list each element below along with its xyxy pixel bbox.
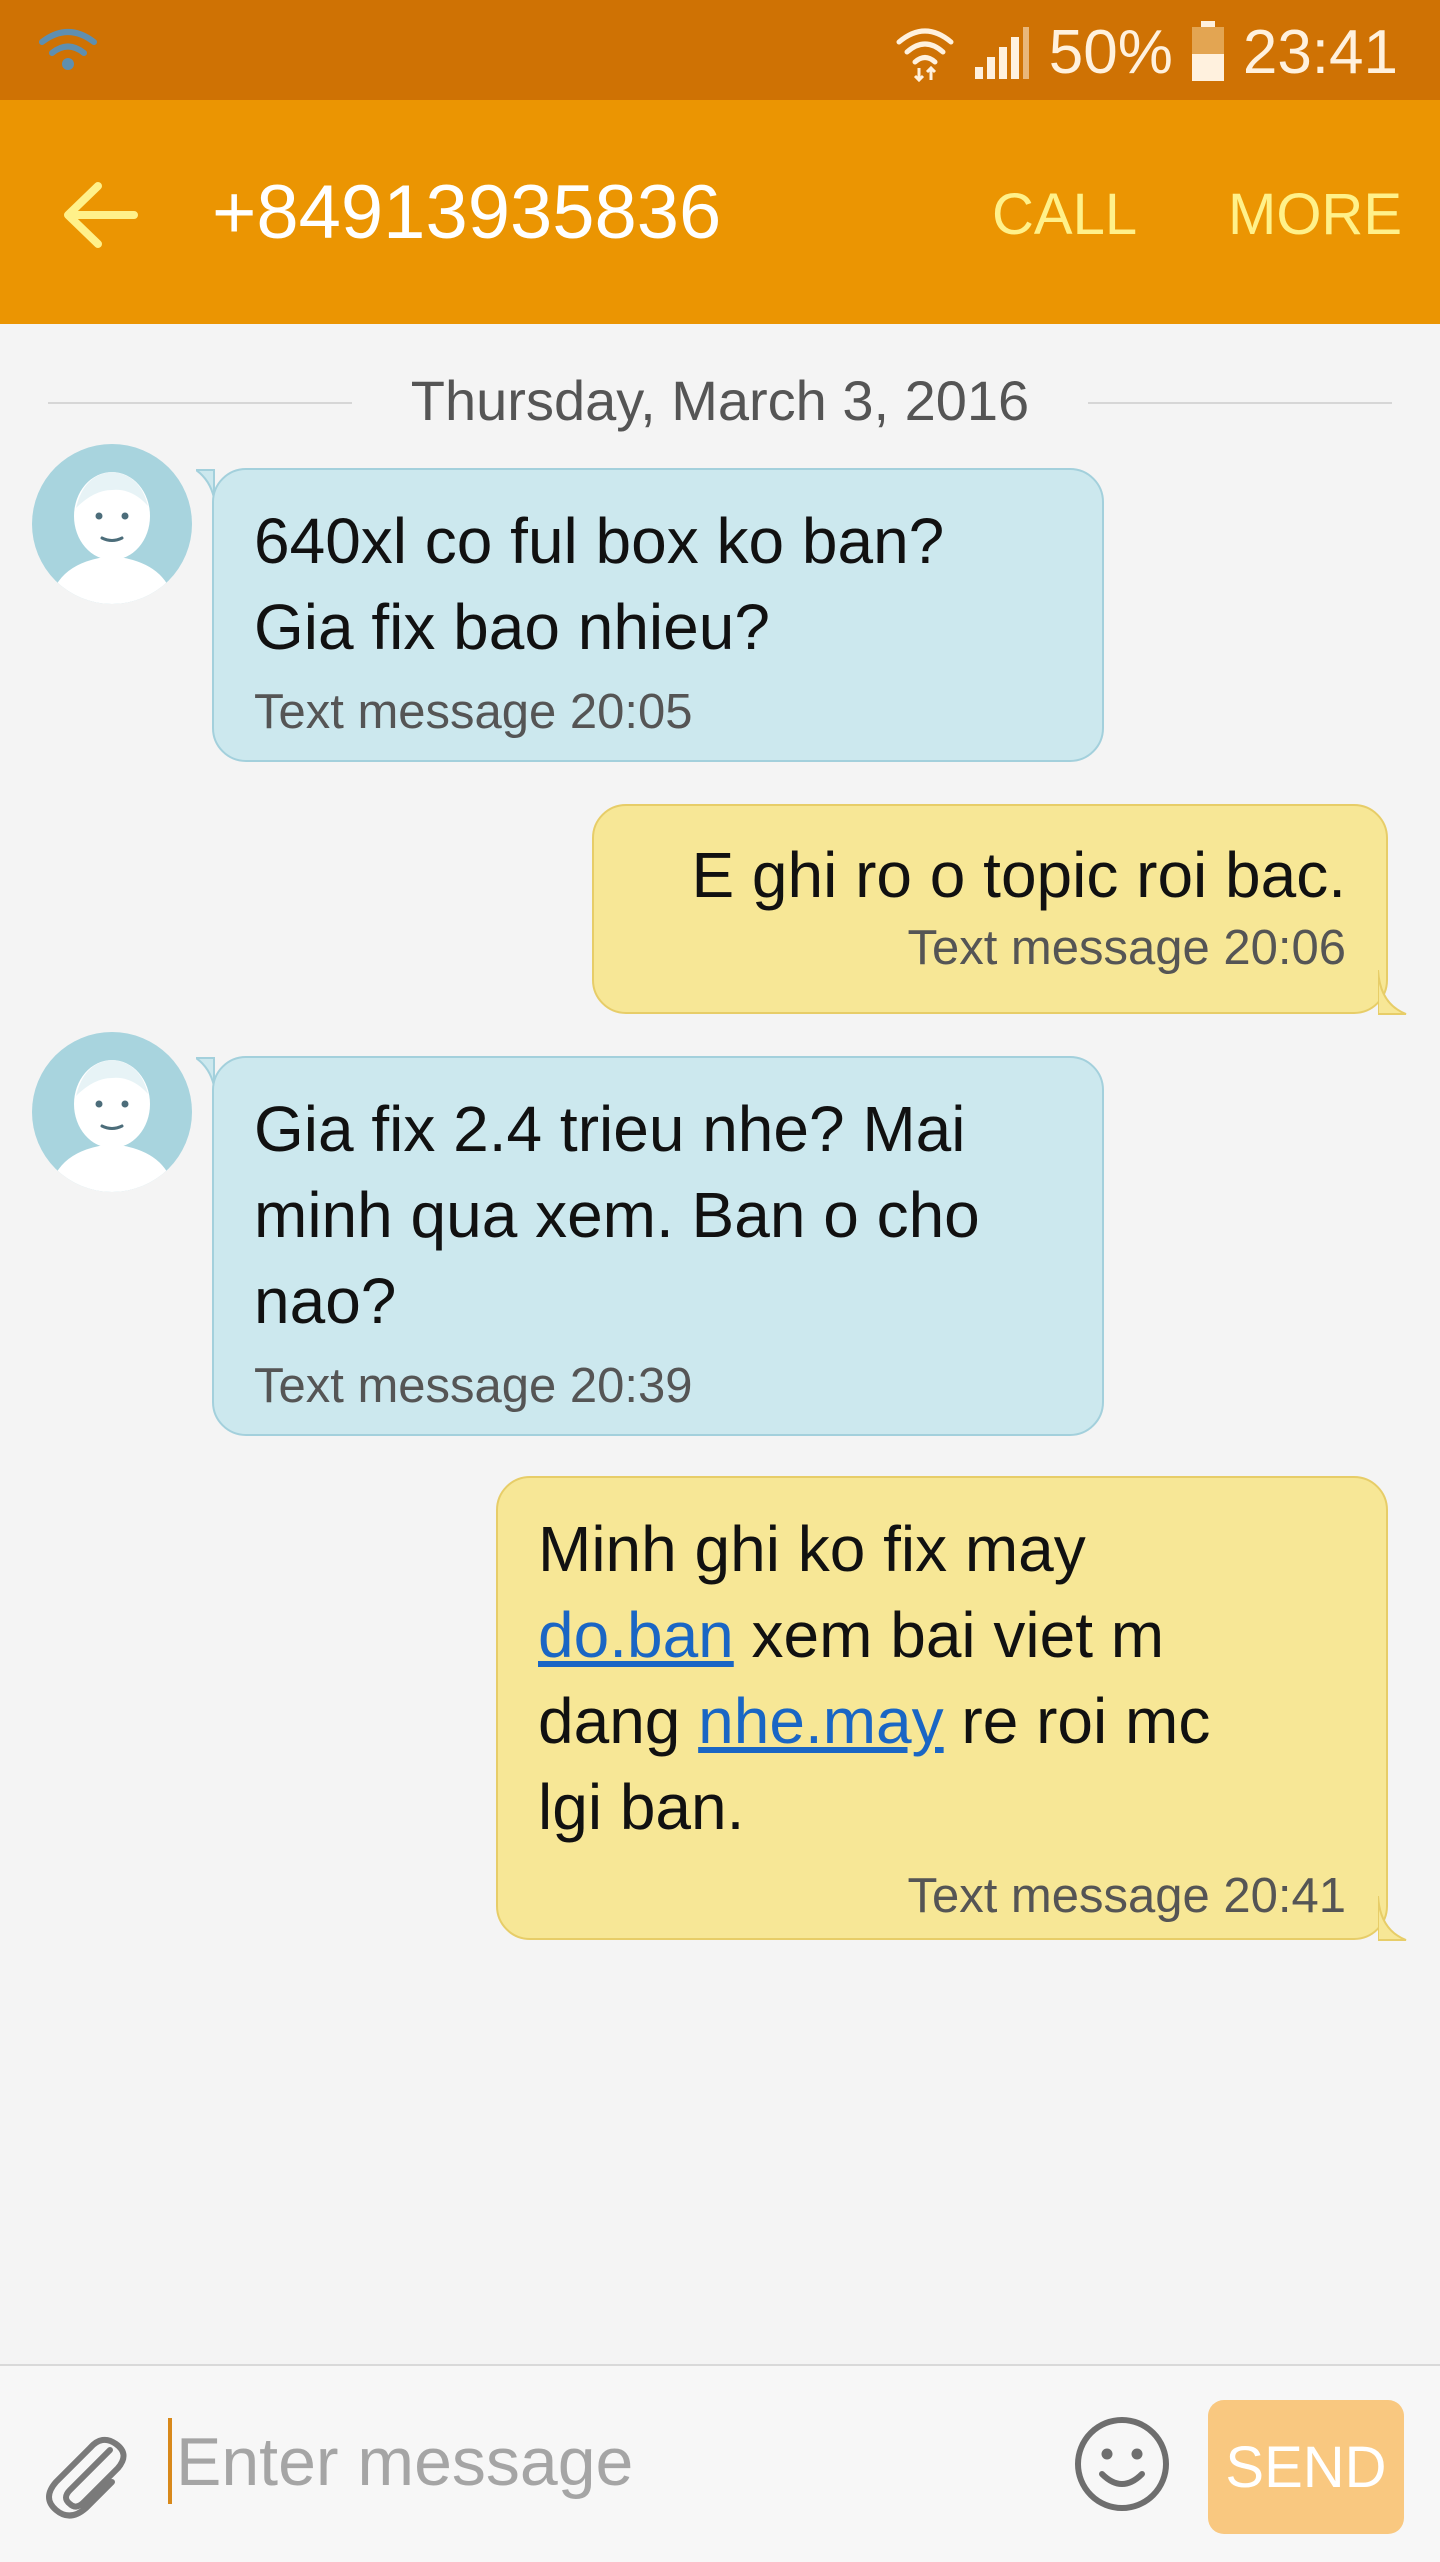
message-timestamp: Text message 20:06 bbox=[907, 921, 1346, 975]
message-input-wrap bbox=[168, 2406, 1048, 2518]
wifi-icon bbox=[896, 28, 954, 82]
message-link[interactable]: do.ban bbox=[538, 1599, 734, 1671]
message-line: Gia fix 2.4 trieu nhe? Mai bbox=[254, 1093, 966, 1165]
more-button[interactable]: MORE bbox=[1228, 180, 1402, 250]
contact-avatar[interactable] bbox=[32, 1032, 192, 1192]
contact-title: +84913935836 bbox=[212, 170, 722, 255]
wifi-calling-icon bbox=[39, 29, 97, 70]
bubble-tail bbox=[1378, 970, 1407, 1015]
message-line: 640xl co ful box ko ban? bbox=[254, 505, 945, 577]
battery-percent: 50% bbox=[1048, 17, 1173, 87]
contact-avatar[interactable] bbox=[32, 444, 192, 604]
person-icon bbox=[50, 1060, 174, 1192]
clock: 23:41 bbox=[1242, 17, 1398, 87]
message-line: minh qua xem. Ban o cho bbox=[254, 1179, 980, 1251]
message-bubble-outgoing[interactable]: E ghi ro o topic roi bac. Text message 2… bbox=[592, 804, 1388, 1014]
message-line: Gia fix bao nhieu? bbox=[254, 591, 770, 663]
app-bar: +84913935836 CALL MORE bbox=[0, 100, 1440, 324]
message-text: Gia fix 2.4 trieu nhe? Mai minh qua xem.… bbox=[254, 1086, 1064, 1344]
message-composer: SEND bbox=[0, 2364, 1440, 2562]
date-divider: Thursday, March 3, 2016 bbox=[48, 360, 1392, 440]
message-text: 640xl co ful box ko ban? Gia fix bao nhi… bbox=[254, 498, 1064, 670]
message-line: dang nhe.may re roi mc bbox=[538, 1678, 1346, 1764]
message-bubble-incoming[interactable]: 640xl co ful box ko ban? Gia fix bao nhi… bbox=[212, 468, 1104, 762]
message-line: do.ban xem bai viet m bbox=[538, 1592, 1346, 1678]
message-line: E ghi ro o topic roi bac. bbox=[691, 839, 1346, 911]
emoji-icon[interactable] bbox=[1072, 2414, 1172, 2514]
message-segment: re roi mc bbox=[943, 1685, 1211, 1757]
message-segment: xem bai viet m bbox=[733, 1599, 1165, 1671]
message-bubble-incoming[interactable]: Gia fix 2.4 trieu nhe? Mai minh qua xem.… bbox=[212, 1056, 1104, 1436]
call-button[interactable]: CALL bbox=[992, 180, 1137, 250]
status-bar: 50% 23:41 bbox=[0, 0, 1440, 100]
divider-line bbox=[1088, 402, 1392, 404]
person-icon bbox=[50, 472, 174, 604]
signal-icon bbox=[974, 27, 1029, 79]
paperclip-icon[interactable] bbox=[40, 2432, 130, 2522]
bubble-tail bbox=[1378, 1896, 1407, 1941]
message-timestamp: Text message 20:39 bbox=[254, 1359, 693, 1413]
message-segment: dang bbox=[538, 1685, 699, 1757]
text-cursor bbox=[168, 2418, 172, 2504]
message-timestamp: Text message 20:05 bbox=[254, 685, 693, 739]
battery-icon bbox=[1191, 21, 1224, 81]
message-line: lgi ban. bbox=[538, 1771, 745, 1843]
message-line: Minh ghi ko fix may bbox=[538, 1513, 1086, 1585]
send-button[interactable]: SEND bbox=[1208, 2400, 1404, 2534]
back-arrow-icon[interactable] bbox=[56, 172, 142, 258]
message-link[interactable]: nhe.may bbox=[698, 1685, 943, 1757]
message-line: nao? bbox=[254, 1265, 397, 1337]
message-bubble-outgoing[interactable]: Minh ghi ko fix may do.ban xem bai viet … bbox=[496, 1476, 1388, 1940]
date-label: Thursday, March 3, 2016 bbox=[410, 369, 1030, 432]
message-timestamp: Text message 20:41 bbox=[907, 1869, 1346, 1923]
message-text: E ghi ro o topic roi bac. bbox=[634, 832, 1346, 918]
message-text: Minh ghi ko fix may do.ban xem bai viet … bbox=[538, 1506, 1346, 1850]
message-input[interactable] bbox=[174, 2406, 1028, 2518]
